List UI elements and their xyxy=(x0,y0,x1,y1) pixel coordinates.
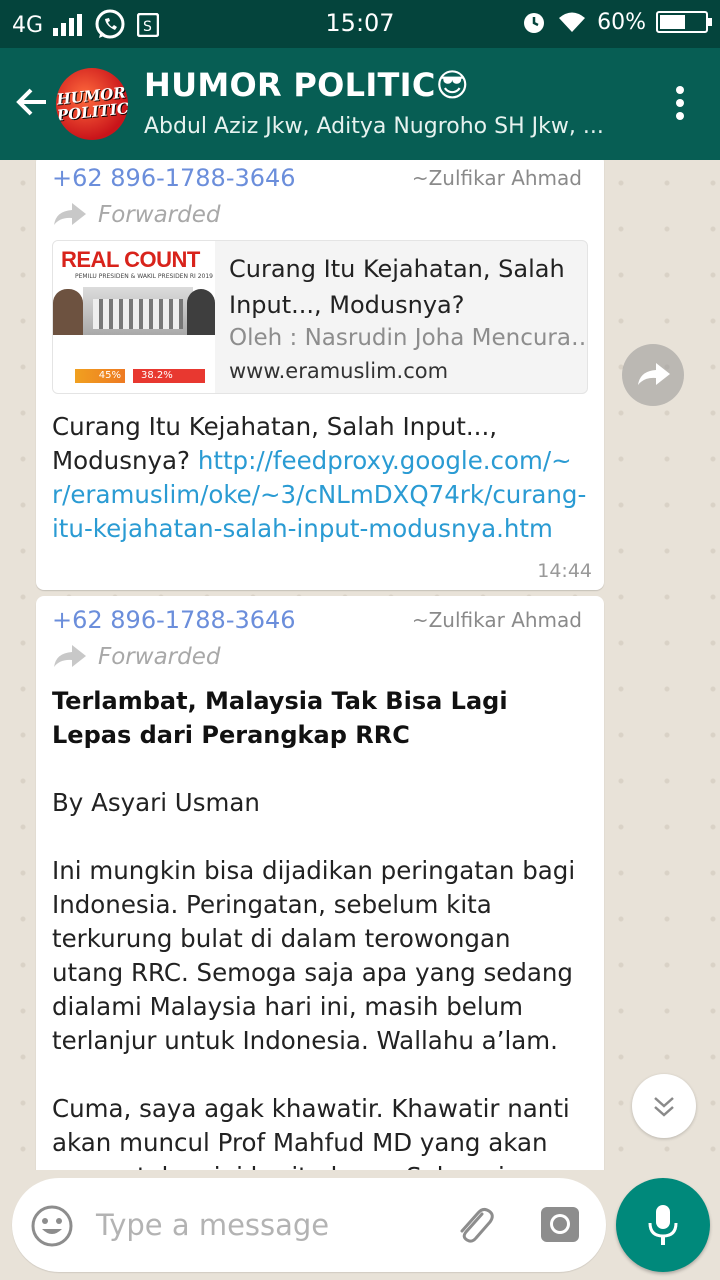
message-input-placeholder: Type a message xyxy=(96,1208,330,1242)
group-avatar[interactable]: HUMOR POLITIC xyxy=(56,68,128,140)
link-preview[interactable]: REAL COUNT PEMILU PRESIDEN & WAKIL PRESI… xyxy=(52,240,588,394)
message-headline: Terlambat, Malaysia Tak Bisa Lagi Lepas … xyxy=(52,687,508,749)
message-bubble[interactable]: +62 896-1788-3646 ~Zulfikar Ahmad Forwar… xyxy=(36,160,604,590)
message-paragraph: Cuma, saya agak khawatir. Khawatir nanti… xyxy=(52,1094,574,1170)
alarm-icon xyxy=(524,13,545,33)
message-bubble[interactable]: +62 896-1788-3646 ~Zulfikar Ahmad Forwar… xyxy=(36,596,604,1170)
link-preview-description: Oleh : Nasrudin Joha Mencurangi... xyxy=(229,325,587,351)
input-bar: Type a message xyxy=(0,1170,720,1280)
message-input[interactable]: Type a message xyxy=(12,1178,606,1272)
forward-icon xyxy=(54,203,86,225)
forward-icon xyxy=(54,645,86,667)
more-vert-icon[interactable] xyxy=(676,86,686,120)
scroll-down-icon[interactable] xyxy=(632,1074,696,1138)
camera-icon[interactable] xyxy=(540,1204,580,1244)
group-members[interactable]: Abdul Aziz Jkw, Aditya Nugroho SH Jkw, .… xyxy=(144,114,634,139)
forwarded-label: Forwarded xyxy=(52,202,588,228)
message-list[interactable]: +62 896-1788-3646 ~Zulfikar Ahmad Forwar… xyxy=(0,160,720,1170)
message-paragraph: Ini mungkin bisa dijadikan peringatan ba… xyxy=(52,856,576,1055)
group-title[interactable]: HUMOR POLITIC😎 xyxy=(144,66,469,104)
mic-icon[interactable] xyxy=(616,1178,710,1272)
wifi-icon xyxy=(559,12,586,32)
sender-name: ~Zulfikar Ahmad xyxy=(411,608,582,632)
status-bar: 4G S 15:07 60% xyxy=(0,0,720,48)
message-body: By Asyari Usman Ini mungkin bisa dijadik… xyxy=(52,752,588,1170)
link-preview-title: Curang Itu Kejahatan, Salah Input..., Mo… xyxy=(229,255,565,319)
forwarded-label: Forwarded xyxy=(52,644,588,670)
message-paragraph: By Asyari Usman xyxy=(52,788,260,817)
link-preview-thumbnail: REAL COUNT PEMILU PRESIDEN & WAKIL PRESI… xyxy=(53,241,215,393)
chat-header: HUMOR POLITIC HUMOR POLITIC😎 Abdul Aziz … xyxy=(0,48,720,160)
battery-percent: 60% xyxy=(597,9,646,35)
emoji-icon[interactable] xyxy=(30,1204,74,1248)
forward-share-icon[interactable] xyxy=(622,344,684,406)
battery-icon xyxy=(656,11,712,33)
message-time: 14:44 xyxy=(537,560,592,582)
message-text: Curang Itu Kejahatan, Salah Input..., Mo… xyxy=(52,412,587,543)
sender-name: ~Zulfikar Ahmad xyxy=(411,166,582,190)
link-preview-domain: www.eramuslim.com xyxy=(229,359,449,383)
back-arrow-icon[interactable] xyxy=(14,84,50,126)
attach-icon[interactable] xyxy=(452,1202,496,1248)
